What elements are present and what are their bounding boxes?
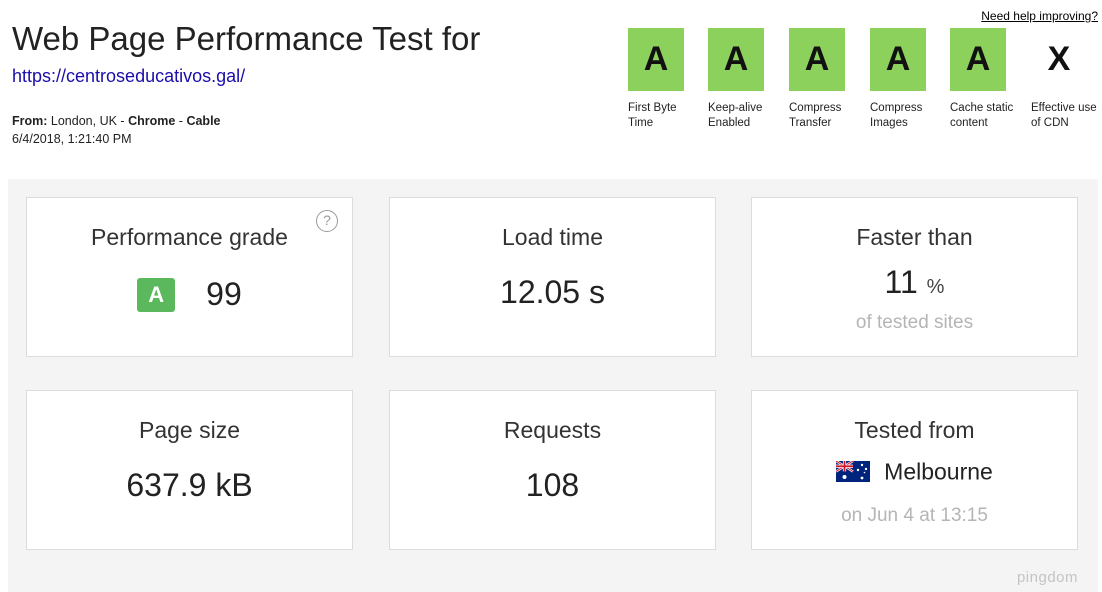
tested-url-link[interactable]: https://centroseducativos.gal/ bbox=[12, 66, 245, 87]
load-time-value: 12.05 s bbox=[500, 274, 605, 310]
faster-than-value: 11 % bbox=[752, 264, 1077, 301]
page-title: Web Page Performance Test for bbox=[12, 20, 481, 57]
grade-box: X bbox=[1047, 40, 1071, 78]
grade-caption: Compress Transfer bbox=[789, 102, 842, 129]
grade-compress-images[interactable]: A Compress Images bbox=[870, 28, 945, 131]
grade-cdn[interactable]: X Effective use of CDN bbox=[1031, 28, 1102, 131]
tested-from-value: Melbourne bbox=[752, 457, 1077, 485]
separator: - bbox=[178, 114, 183, 128]
card-tested-from: Tested from Melbourne on Jun 4 at 13:15 bbox=[751, 390, 1078, 550]
performance-score: 99 bbox=[206, 276, 242, 313]
percent-unit: % bbox=[926, 276, 945, 298]
grade-keep-alive[interactable]: A Keep-alive Enabled bbox=[708, 28, 783, 131]
card-load-time: Load time 12.05 s bbox=[389, 197, 716, 357]
from-label: From: bbox=[12, 114, 48, 128]
card-performance-grade: Performance grade ? A 99 bbox=[26, 197, 353, 357]
grade-box: A bbox=[870, 28, 926, 91]
grade-caption: Compress Images bbox=[870, 102, 923, 129]
separator: - bbox=[120, 114, 125, 128]
card-title: Load time bbox=[501, 224, 603, 250]
card-page-size: Page size 637.9 kB bbox=[26, 390, 353, 550]
grade-caption: Cache static content bbox=[950, 102, 1014, 129]
need-help-link[interactable]: Need help improving? bbox=[981, 9, 1098, 23]
test-meta: From: London, UK - Chrome - Cable 6/4/20… bbox=[12, 112, 221, 148]
pingdom-logo: pingdom bbox=[1016, 569, 1078, 586]
faster-than-number: 11 bbox=[884, 264, 918, 300]
australia-flag-icon bbox=[836, 461, 871, 483]
grade-caption: First Byte Time bbox=[628, 102, 677, 129]
grade-compress-transfer[interactable]: A Compress Transfer bbox=[789, 28, 864, 131]
tested-from-sub: on Jun 4 at 13:15 bbox=[841, 505, 988, 526]
page-size-value: 637.9 kB bbox=[126, 467, 253, 503]
help-question-icon[interactable]: ? bbox=[316, 210, 338, 232]
performance-grade-title: Performance grade bbox=[91, 224, 288, 250]
stats-panel: Performance grade ? A 99 Load time 12.05… bbox=[8, 179, 1098, 592]
grade-box: A bbox=[708, 28, 764, 91]
grade-cache-static[interactable]: A Cache static content bbox=[950, 28, 1025, 131]
grade-caption: Keep-alive Enabled bbox=[708, 102, 763, 129]
test-connection: Cable bbox=[186, 114, 221, 128]
grade-first-byte-time[interactable]: A First Byte Time bbox=[628, 28, 703, 131]
grade-box: A bbox=[950, 28, 1006, 91]
card-requests: Requests 108 bbox=[389, 390, 716, 550]
card-title: Performance grade bbox=[27, 224, 352, 251]
card-title: Faster than bbox=[856, 224, 973, 250]
performance-value: A 99 bbox=[27, 274, 352, 313]
card-title: Page size bbox=[138, 417, 240, 443]
test-browser: Chrome bbox=[128, 114, 176, 128]
test-datetime: 6/4/2018, 1:21:40 PM bbox=[12, 132, 132, 146]
requests-value: 108 bbox=[525, 467, 580, 503]
test-location: London, UK bbox=[50, 114, 117, 128]
card-title: Requests bbox=[503, 417, 602, 443]
grade-box: A bbox=[628, 28, 684, 91]
card-faster-than: Faster than 11 % of tested sites bbox=[751, 197, 1078, 357]
faster-than-sub: of tested sites bbox=[855, 312, 974, 333]
grade-badge: A bbox=[137, 277, 176, 312]
grade-box: A bbox=[789, 28, 845, 91]
tested-from-location: Melbourne bbox=[884, 458, 993, 485]
grade-caption: Effective use of CDN bbox=[1031, 102, 1097, 129]
card-title: Tested from bbox=[854, 417, 975, 443]
